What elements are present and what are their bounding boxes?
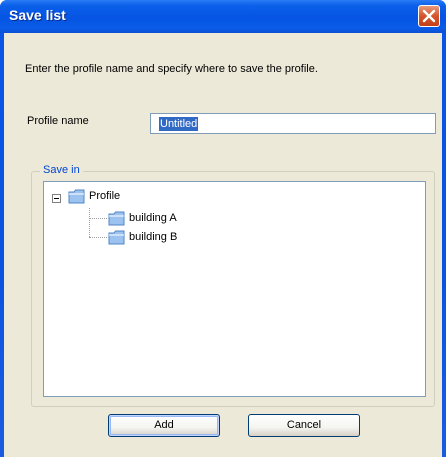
profile-name-input[interactable]: Untitled <box>150 113 436 134</box>
tree-node-label: building B <box>129 231 178 243</box>
close-button[interactable] <box>418 5 440 27</box>
instructions-text: Enter the profile name and specify where… <box>25 63 318 75</box>
collapse-toggle[interactable] <box>52 194 61 203</box>
tree-node-label: Profile <box>89 190 121 202</box>
tree-connector <box>89 218 107 219</box>
tree-connector <box>89 237 107 238</box>
tree-node-profile[interactable]: Profile <box>68 188 158 206</box>
close-x-icon <box>422 9 436 23</box>
dialog-body: Enter the profile name and specify where… <box>4 33 442 457</box>
add-button[interactable]: Add <box>108 414 220 437</box>
profile-name-value: Untitled <box>159 117 199 131</box>
tree-connector <box>89 208 90 237</box>
tree-node-building-a[interactable]: building A <box>108 210 218 228</box>
folder-icon <box>108 230 125 245</box>
cancel-button[interactable]: Cancel <box>248 414 360 437</box>
folder-tree[interactable]: Profile building A building B <box>43 181 426 397</box>
save-in-label: Save in <box>40 164 83 176</box>
profile-name-label: Profile name <box>27 115 89 127</box>
folder-icon <box>108 211 125 226</box>
window-title: Save list <box>9 7 66 23</box>
tree-node-label: building A <box>129 212 177 224</box>
save-list-dialog: Save list Enter the profile name and spe… <box>0 0 446 457</box>
folder-icon <box>68 189 85 204</box>
tree-node-building-b[interactable]: building B <box>108 229 218 247</box>
title-bar[interactable]: Save list <box>0 0 446 33</box>
